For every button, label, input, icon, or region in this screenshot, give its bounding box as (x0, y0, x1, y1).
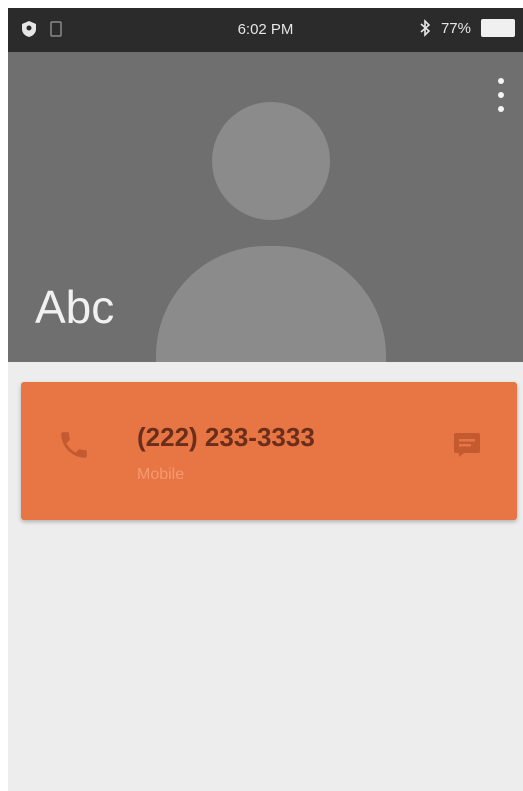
menu-dot (498, 106, 504, 112)
menu-dot (498, 78, 504, 84)
menu-dot (498, 92, 504, 98)
battery-icon (481, 19, 515, 37)
phone-number-card[interactable]: (222) 233-3333 Mobile (21, 382, 517, 520)
status-bar: 6:02 PM 77% (8, 8, 523, 52)
battery-percent: 77% (440, 19, 471, 37)
phone-type-label: Mobile (137, 466, 185, 483)
bluetooth-icon (420, 19, 431, 37)
overflow-menu-icon[interactable] (497, 78, 505, 112)
avatar-placeholder-body (156, 246, 386, 362)
contact-name: Abc (35, 281, 115, 333)
contact-header: Abc (8, 52, 523, 362)
avatar-placeholder-head (212, 102, 330, 220)
status-right-icons: 77% (419, 19, 515, 37)
contact-detail-screen: 6:02 PM 77% Abc (222) 233-3333 Mobile (8, 8, 523, 791)
phone-number: (222) 233-3333 (137, 422, 315, 452)
phone-icon (61, 432, 87, 458)
message-icon[interactable] (453, 432, 481, 458)
